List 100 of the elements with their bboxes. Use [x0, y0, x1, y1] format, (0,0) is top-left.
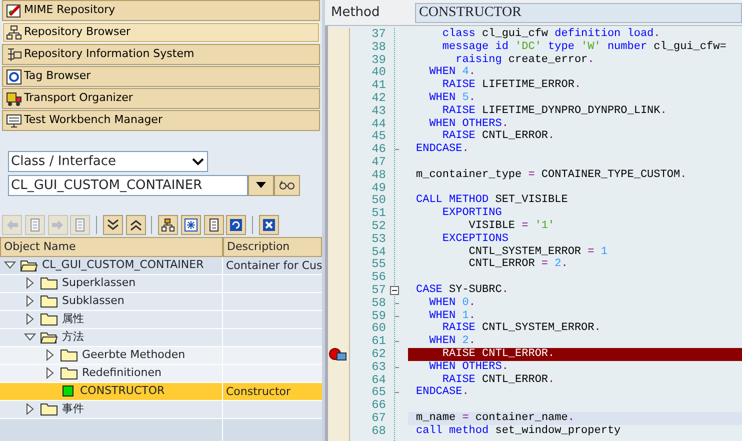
- tree-row[interactable]: Superklassen: [0, 274, 322, 293]
- code-line: CNTL_SYSTEM_ERROR = 1: [468, 246, 608, 258]
- refresh-icon: [229, 218, 244, 232]
- tree-toggle-icon[interactable]: [24, 295, 36, 308]
- line-number: 41: [370, 79, 387, 92]
- code-line: m_container_type = CONTAINER_TYPE_CUSTOM.: [415, 168, 688, 182]
- tree-item-label[interactable]: 事件: [62, 401, 84, 418]
- toolbar-button[interactable]: [204, 214, 224, 235]
- toolbar-button[interactable]: [226, 214, 246, 235]
- code-line: CALL METHOD SET_VISIBLE: [415, 194, 569, 208]
- code-line: WHEN OTHERS.: [428, 118, 510, 130]
- line-number: 51: [370, 207, 387, 220]
- dropdown-button[interactable]: [248, 174, 274, 196]
- method-field[interactable]: CONSTRUCTOR: [415, 2, 742, 22]
- tree-row[interactable]: CL_GUI_CUSTOM_CONTAINER Container for Cus: [0, 256, 322, 275]
- tree-row[interactable]: 方法: [0, 328, 322, 347]
- line-number: 64: [370, 374, 387, 386]
- tree-row[interactable]: Geerbte Methoden: [0, 346, 322, 365]
- line-number: 62: [370, 348, 387, 361]
- line-number: 53: [370, 232, 387, 246]
- object-type-select[interactable]: Class / Interface: [8, 151, 208, 172]
- line-number: 65: [370, 386, 387, 400]
- code-line: call method set_window_property: [415, 424, 622, 438]
- toolbar-button[interactable]: [158, 214, 178, 235]
- code-line: WHEN 1.: [428, 310, 476, 322]
- method-icon: [60, 384, 76, 398]
- hierarchy-icon: [161, 218, 175, 232]
- column-header[interactable]: Description: [223, 236, 322, 257]
- tree-item-label[interactable]: Geerbte Methoden: [82, 347, 186, 364]
- line-number: 56: [370, 271, 387, 284]
- nav-button[interactable]: Repository Information System: [2, 44, 320, 65]
- code-line: WHEN 2.: [428, 335, 476, 348]
- tree-row[interactable]: 属性: [0, 310, 322, 329]
- tree-toggle-icon[interactable]: [44, 349, 56, 362]
- code-line: WHEN 4.: [428, 66, 476, 80]
- toolbar-button[interactable]: [126, 214, 146, 235]
- line-number: 49: [370, 182, 387, 194]
- line-number: 66: [370, 399, 387, 412]
- nav-button[interactable]: Test Workbench Manager: [2, 110, 320, 131]
- document-icon: [206, 218, 220, 232]
- line-number: 61: [370, 335, 387, 348]
- tree-item-label[interactable]: CONSTRUCTOR: [80, 383, 165, 400]
- nav-button[interactable]: Tag Browser: [2, 66, 320, 87]
- code-line: RAISE LIFETIME_ERROR.: [441, 79, 582, 92]
- tree-row[interactable]: Redefinitionen: [0, 364, 322, 383]
- code-line: RAISE CNTL_ERROR.: [441, 130, 556, 144]
- line-number: 47: [370, 156, 387, 169]
- tree-toggle-icon[interactable]: [24, 331, 36, 344]
- column-header[interactable]: Object Name: [0, 236, 223, 257]
- toolbar-button[interactable]: [102, 214, 123, 235]
- truck-icon: [6, 90, 22, 106]
- tree-row[interactable]: Subklassen: [0, 292, 322, 311]
- code-line: RAISE CNTL_ERROR.: [441, 374, 556, 386]
- tree-item-label[interactable]: Subklassen: [62, 293, 124, 310]
- display-button[interactable]: [274, 174, 300, 196]
- code-line: message id 'DC' type 'W' number cl_gui_cfw=: [441, 40, 728, 54]
- line-number: 60: [370, 322, 387, 336]
- code-line: VISIBLE = '1': [468, 220, 556, 233]
- line-number: 46: [370, 143, 387, 156]
- document-icon: [73, 218, 88, 232]
- tree-item-label[interactable]: 方法: [62, 329, 84, 346]
- close-icon: [262, 218, 276, 232]
- tree-toggle-icon[interactable]: [24, 277, 36, 290]
- collapse-icon[interactable]: [390, 286, 399, 295]
- tree-toggle-icon[interactable]: [44, 367, 56, 380]
- line-number: 43: [370, 104, 387, 118]
- tree-toggle-icon[interactable]: [24, 403, 36, 416]
- fold-tick: [395, 302, 399, 304]
- line-number: 63: [370, 360, 387, 374]
- line-number: 48: [370, 168, 387, 182]
- line-number: 38: [370, 40, 387, 54]
- code-line: class cl_gui_cfw definition load.: [441, 28, 662, 41]
- nav-button[interactable]: Transport Organizer: [2, 88, 320, 109]
- tree-toggle-icon[interactable]: [4, 259, 16, 272]
- code-line: WHEN 5.: [428, 92, 476, 105]
- line-number: 59: [370, 310, 387, 322]
- tree-item-label[interactable]: 属性: [62, 311, 84, 328]
- object-name-field[interactable]: CL_GUI_CUSTOM_CONTAINER: [8, 174, 248, 196]
- fold-tick: [395, 392, 399, 394]
- monitor-icon: [6, 112, 22, 128]
- nav-button[interactable]: Repository Browser: [2, 22, 320, 43]
- toolbar-button[interactable]: [258, 214, 279, 235]
- tree-row[interactable]: 事件: [0, 400, 322, 419]
- tree-row[interactable]: CONSTRUCTOR Constructor: [0, 382, 322, 401]
- hierarchy-icon: [6, 24, 22, 40]
- line-number: 54: [370, 246, 387, 258]
- open-folder-icon: [40, 330, 58, 344]
- description-text: Constructor: [226, 384, 291, 398]
- chevron-down-icon: [191, 156, 205, 168]
- code-line: RAISE CNTL_SYSTEM_ERROR.: [441, 322, 602, 336]
- line-number: 50: [370, 194, 387, 208]
- tree-toggle-icon[interactable]: [24, 313, 36, 326]
- toolbar-button[interactable]: [180, 214, 201, 235]
- line-number: 39: [370, 54, 387, 66]
- code-line: WHEN 0.: [428, 296, 476, 310]
- caret-down-icon: [255, 181, 267, 190]
- tree-item-label[interactable]: Redefinitionen: [82, 365, 162, 382]
- tree-item-label[interactable]: Superklassen: [62, 275, 136, 292]
- nav-button[interactable]: MIME Repository: [2, 0, 320, 21]
- tree-item-label[interactable]: CL_GUI_CUSTOM_CONTAINER: [42, 257, 204, 274]
